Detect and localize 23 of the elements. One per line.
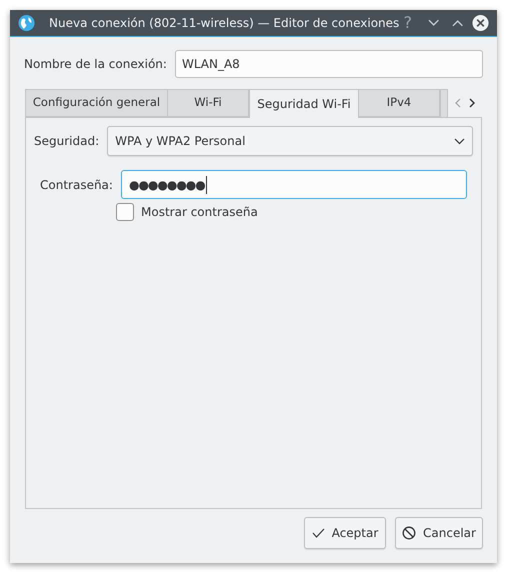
field-label: Contraseña: [40, 176, 113, 194]
close-icon[interactable] [472, 14, 490, 32]
scroll-right-icon[interactable] [469, 98, 476, 108]
field-label: Nombre de la conexión: [24, 56, 167, 73]
accept-button[interactable]: Aceptar [304, 517, 386, 549]
field-label: Seguridad: [34, 133, 100, 150]
globe-icon [18, 14, 36, 32]
checkmark-icon [312, 528, 325, 538]
dropdown-caret-icon [454, 138, 465, 144]
connection-name-field[interactable]: WLAN_A8 [174, 50, 483, 78]
security-dropdown[interactable]: WPA y WPA2 Personal [107, 126, 473, 156]
minimize-icon[interactable] [428, 19, 440, 27]
cancel-icon [402, 526, 416, 540]
cancel-button[interactable]: Cancelar [395, 517, 483, 549]
tab[interactable]: Seguridad Wi-Fi [249, 89, 359, 118]
checkbox-label[interactable]: Mostrar contraseña [141, 203, 258, 221]
password-field[interactable]: ●●●●●●●● [120, 170, 467, 199]
tab[interactable]: IPv4 [359, 89, 440, 117]
tab[interactable]: Wi-Fi [168, 89, 249, 117]
tab[interactable]: Configuración general [25, 89, 168, 117]
window-title: Nueva conexión (802-11-wireless) — Editor de conexiones [49, 15, 400, 32]
maximize-icon[interactable] [452, 19, 463, 27]
checkbox[interactable] [116, 203, 134, 221]
